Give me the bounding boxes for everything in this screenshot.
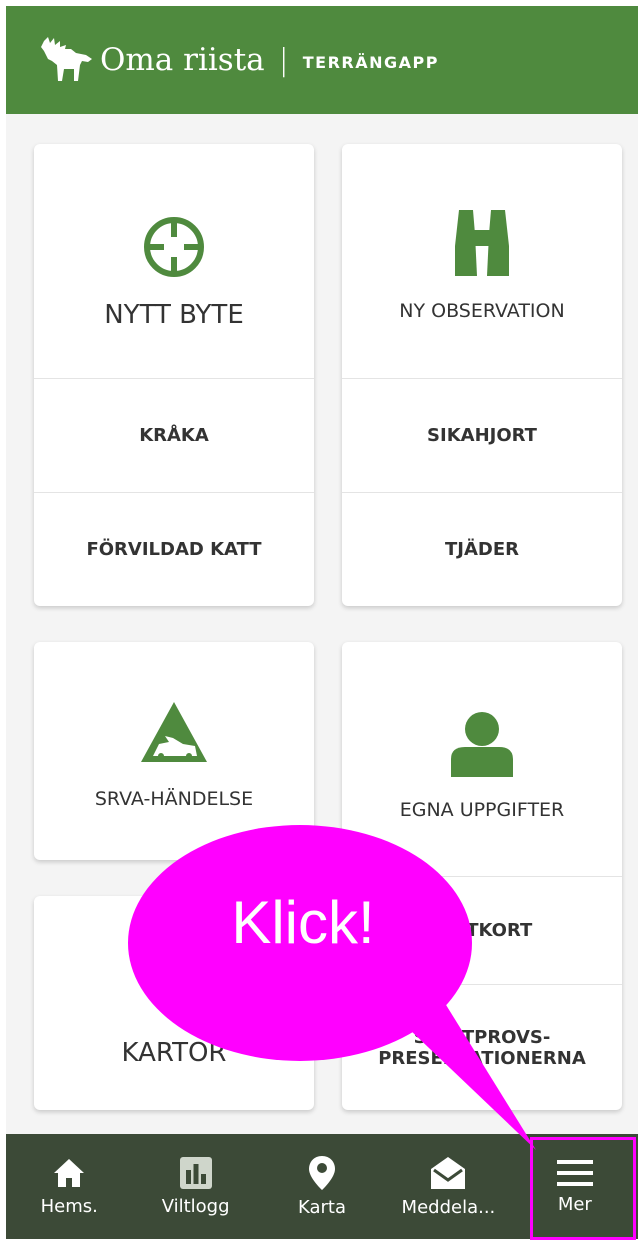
tile-forvildad-katt-label: FÖRVILDAD KATT bbox=[86, 539, 262, 560]
app-screen: Oma riista | TERRÄNGAPP NYTT BYTE KRÅKA … bbox=[0, 0, 644, 1245]
app-header: Oma riista | TERRÄNGAPP bbox=[6, 6, 638, 114]
tile-kraka-label: KRÅKA bbox=[139, 425, 209, 446]
nav-home[interactable]: Hems. bbox=[6, 1134, 132, 1239]
tile-forvildad-katt[interactable]: FÖRVILDAD KATT bbox=[34, 492, 314, 606]
tile-tjader-label: TJÄDER bbox=[444, 539, 519, 560]
tile-srva-label: SRVA-HÄNDELSE bbox=[94, 788, 254, 810]
bar-chart-icon bbox=[179, 1157, 212, 1189]
card-personal: EGNA UPPGIFTER JAKTKORT SKJUTPROVS- PRES… bbox=[342, 642, 622, 1110]
nav-viltlogg-label: Viltlogg bbox=[161, 1196, 230, 1217]
click-callout-text: Klick! bbox=[231, 889, 375, 956]
crosshair-icon bbox=[144, 217, 204, 277]
tile-skjutprov[interactable]: SKJUTPROVS- PRESENTATIONERNA bbox=[342, 984, 622, 1110]
tile-tjader[interactable]: TJÄDER bbox=[342, 492, 622, 606]
map-pin-icon bbox=[309, 1156, 336, 1190]
home-icon bbox=[54, 1159, 85, 1187]
brand-name: Oma riista bbox=[100, 42, 265, 78]
nav-meddela-label: Meddela... bbox=[401, 1197, 496, 1218]
nav-viltlogg[interactable]: Viltlogg bbox=[132, 1134, 258, 1239]
binoculars-icon bbox=[455, 210, 509, 276]
tile-ny-observation[interactable]: NY OBSERVATION bbox=[342, 144, 622, 378]
moose-logo-icon bbox=[41, 37, 92, 81]
tile-kartor-label: KARTOR bbox=[121, 1038, 227, 1068]
tile-srva[interactable]: SRVA-HÄNDELSE bbox=[34, 642, 314, 860]
tile-nytt-byte-label: NYTT BYTE bbox=[104, 300, 244, 330]
nav-home-label: Hems. bbox=[40, 1196, 98, 1217]
tile-skjutprov-line2: PRESENTATIONERNA bbox=[378, 1047, 586, 1069]
tile-sikahjort[interactable]: SIKAHJORT bbox=[342, 378, 622, 492]
tile-skjutprov-line1: SKJUTPROVS- bbox=[413, 1026, 551, 1048]
header-subtitle: TERRÄNGAPP bbox=[302, 52, 439, 72]
nav-karta[interactable]: Karta bbox=[259, 1134, 385, 1239]
header-separator: | bbox=[278, 42, 289, 78]
tile-sikahjort-label: SIKAHJORT bbox=[427, 425, 537, 446]
tile-egna-uppgifter[interactable]: EGNA UPPGIFTER bbox=[342, 642, 622, 876]
tile-ny-observation-label: NY OBSERVATION bbox=[399, 300, 565, 322]
nav-karta-label: Karta bbox=[298, 1197, 347, 1218]
envelope-icon bbox=[431, 1157, 466, 1189]
tile-jaktkort-label: JAKTKORT bbox=[431, 920, 533, 941]
tile-kraka[interactable]: KRÅKA bbox=[34, 378, 314, 492]
nav-meddela[interactable]: Meddela... bbox=[385, 1134, 511, 1239]
tile-nytt-byte[interactable]: NYTT BYTE bbox=[34, 144, 314, 378]
card-srva: SRVA-HÄNDELSE bbox=[34, 642, 314, 860]
card-catch: NYTT BYTE KRÅKA FÖRVILDAD KATT bbox=[34, 144, 314, 606]
srva-warning-icon bbox=[141, 702, 207, 762]
card-observation: NY OBSERVATION SIKAHJORT TJÄDER bbox=[342, 144, 622, 606]
mer-highlight-box bbox=[530, 1137, 636, 1240]
person-icon bbox=[451, 712, 513, 777]
tile-egna-uppgifter-label: EGNA UPPGIFTER bbox=[399, 799, 565, 821]
